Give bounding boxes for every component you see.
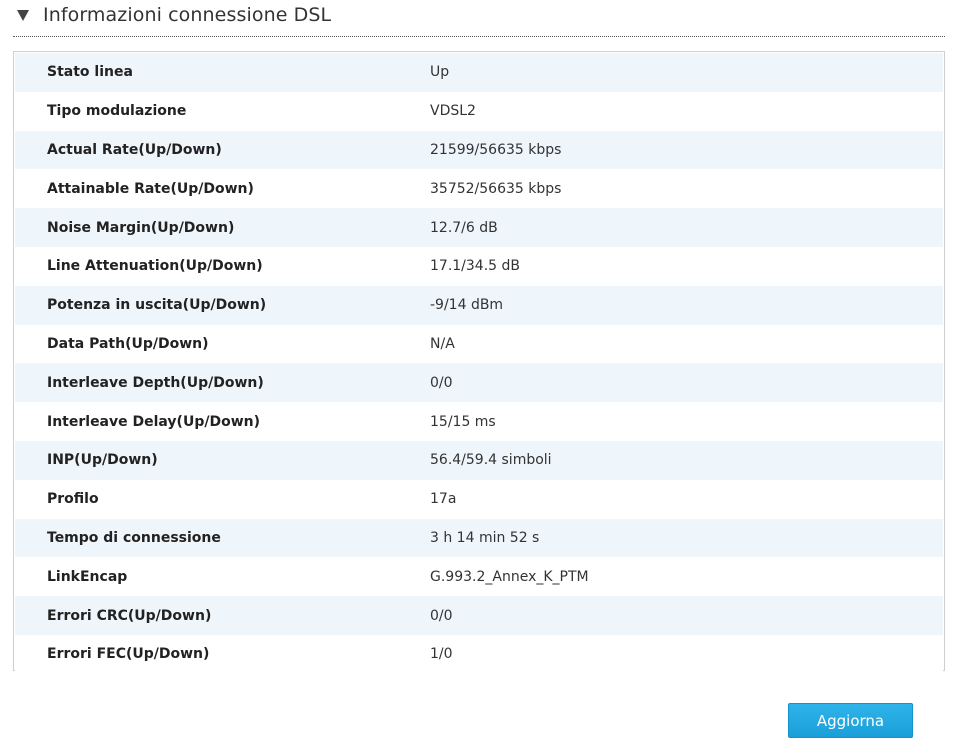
table-row: Profilo 17a xyxy=(15,479,943,519)
row-label: Interleave Depth(Up/Down) xyxy=(47,374,264,391)
row-label: Line Attenuation(Up/Down) xyxy=(47,258,263,275)
table-row: Interleave Delay(Up/Down) 15/15 ms xyxy=(15,402,943,441)
row-value: VDSL2 xyxy=(430,103,476,120)
row-label: Tempo di connessione xyxy=(47,529,221,546)
table-row: Noise Margin(Up/Down) 12.7/6 dB xyxy=(15,208,943,247)
section-header-dsl[interactable]: Informazioni connessione DSL xyxy=(13,0,945,37)
row-value: 12.7/6 dB xyxy=(430,219,498,236)
row-value: 15/15 ms xyxy=(430,413,496,430)
row-label: Profilo xyxy=(47,491,99,508)
row-value: 1/0 xyxy=(430,646,453,663)
row-label: Interleave Delay(Up/Down) xyxy=(47,413,261,430)
table-row: LinkEncap G.993.2_Annex_K_PTM xyxy=(15,557,943,597)
row-label: Attainable Rate(Up/Down) xyxy=(47,180,254,197)
row-value: 17.1/34.5 dB xyxy=(430,258,521,275)
table-row: Tempo di connessione 3 h 14 min 52 s xyxy=(15,518,943,558)
dsl-info-table: Stato linea Up Tipo modulazione VDSL2 Ac… xyxy=(13,51,945,674)
row-label: Noise Margin(Up/Down) xyxy=(47,219,235,236)
table-row: Actual Rate(Up/Down) 21599/56635 kbps xyxy=(15,130,943,170)
row-value: 35752/56635 kbps xyxy=(430,180,562,197)
triangle-down-icon[interactable] xyxy=(17,9,29,21)
row-label: LinkEncap xyxy=(47,568,128,585)
row-label: Actual Rate(Up/Down) xyxy=(47,141,222,158)
row-value: 17a xyxy=(430,491,457,508)
row-label: Potenza in uscita(Up/Down) xyxy=(47,297,267,314)
section-title: Informazioni connessione DSL xyxy=(43,4,332,26)
row-label: Tipo modulazione xyxy=(47,103,187,120)
table-row: Attainable Rate(Up/Down) 35752/56635 kbp… xyxy=(15,169,943,209)
table-row: Errori CRC(Up/Down) 0/0 xyxy=(15,596,943,635)
row-value: 3 h 14 min 52 s xyxy=(430,529,540,546)
row-label: Errori CRC(Up/Down) xyxy=(47,607,212,624)
row-value: G.993.2_Annex_K_PTM xyxy=(430,568,589,585)
table-row: Data Path(Up/Down) N/A xyxy=(15,324,943,364)
refresh-button[interactable]: Aggiorna xyxy=(788,703,913,738)
row-value: 56.4/59.4 simboli xyxy=(430,452,552,469)
table-row: Line Attenuation(Up/Down) 17.1/34.5 dB xyxy=(15,246,943,286)
table-row: Stato linea Up xyxy=(15,53,943,92)
row-label: Data Path(Up/Down) xyxy=(47,335,209,352)
row-label: Stato linea xyxy=(47,64,133,81)
row-value: 0/0 xyxy=(430,374,453,391)
row-label: INP(Up/Down) xyxy=(47,452,158,469)
row-label: Errori FEC(Up/Down) xyxy=(47,646,210,663)
row-value: -9/14 dBm xyxy=(430,297,504,314)
row-value: 0/0 xyxy=(430,607,453,624)
table-row: Errori FEC(Up/Down) 1/0 xyxy=(15,634,943,674)
row-value: Up xyxy=(430,64,450,81)
table-row: Interleave Depth(Up/Down) 0/0 xyxy=(15,363,943,403)
row-value: N/A xyxy=(430,335,455,352)
table-row: Potenza in uscita(Up/Down) -9/14 dBm xyxy=(15,285,943,325)
row-value: 21599/56635 kbps xyxy=(430,141,562,158)
table-row: Tipo modulazione VDSL2 xyxy=(15,91,943,131)
table-row: INP(Up/Down) 56.4/59.4 simboli xyxy=(15,440,943,480)
